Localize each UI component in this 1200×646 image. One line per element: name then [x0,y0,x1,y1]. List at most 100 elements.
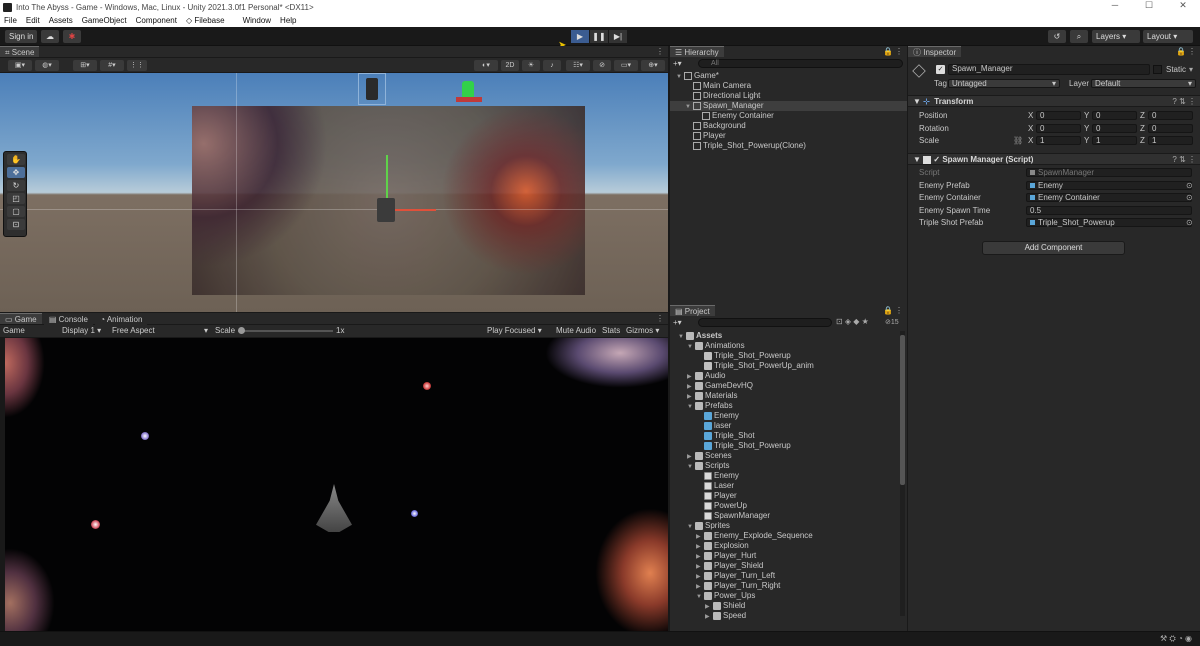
scene-view[interactable]: ✋ ✥ ↻ ◰ ▢ ⊡ [0,73,668,312]
grid-button[interactable]: #▾ [100,60,124,71]
transform-y-field[interactable]: 1 [1092,136,1137,145]
project-item[interactable]: ▶ Speed [670,611,898,621]
project-item[interactable]: laser [670,421,898,431]
tab-inspector[interactable]: ⓘ Inspector [908,46,962,57]
camera-dropdown[interactable]: ▭▾ [614,60,638,71]
hierarchy-item[interactable]: Player [670,131,907,141]
tab-console[interactable]: ▤ Console [43,314,93,325]
hierarchy-item[interactable]: ▼ Game* [670,71,907,81]
scale-tool-icon[interactable]: ◰ [7,193,25,204]
menu-edit[interactable]: Edit [26,15,40,27]
transform-x-field[interactable]: 1 [1036,136,1081,145]
increment-snap-button[interactable]: ⋮⋮ [127,60,147,71]
project-item[interactable]: ▶ Explosion [670,541,898,551]
menu-window[interactable]: Window [243,15,271,27]
menu-assets[interactable]: Assets [49,15,73,27]
game-mode-dropdown[interactable]: Game [3,325,25,337]
project-lock-icon[interactable]: 🔒 [883,305,893,316]
active-checkbox[interactable]: ✓ [936,65,945,74]
spawn-manager-script-header[interactable]: ▼ ✓ Spawn Manager (Script) ? ⇅ ⋮ [908,153,1200,165]
layer-dropdown[interactable]: Default ▾ [1091,79,1196,88]
transform-x-field[interactable]: 0 [1036,111,1081,120]
menu-component[interactable]: Component [136,15,177,27]
tab-game[interactable]: ▭ Game [0,313,42,324]
project-item[interactable]: ▶ Materials [670,391,898,401]
project-item[interactable]: Player [670,491,898,501]
layers-dropdown[interactable]: Layers ▾ [1092,30,1140,43]
scale-slider-thumb[interactable] [238,327,245,334]
tab-project[interactable]: ▤ Project [670,305,715,316]
display-dropdown[interactable]: Display 1 ▾ [62,325,101,337]
project-item[interactable]: ▶ GameDevHQ [670,381,898,391]
maximize-button[interactable]: ☐ [1132,0,1166,15]
stats-toggle[interactable]: Stats [602,325,620,337]
script-field-value[interactable]: 0.5 [1026,205,1192,215]
project-item[interactable]: Enemy [670,411,898,421]
project-item[interactable]: ▼ Power_Ups [670,591,898,601]
script-field-value[interactable]: Enemy [1026,180,1192,190]
tag-dropdown[interactable]: Untagged ▾ [948,79,1060,88]
game-menu-icon[interactable]: ⋮ [656,313,664,324]
transform-z-field[interactable]: 1 [1148,136,1193,145]
project-item[interactable]: ▼ Sprites [670,521,898,531]
hidden-objects-icon[interactable]: ⊘ [593,60,611,71]
object-picker-icon[interactable]: ⊙ [1186,181,1193,190]
mute-audio-toggle[interactable]: Mute Audio [556,325,596,337]
aspect-dropdown[interactable]: Free Aspect ▾ [112,325,208,337]
global-dropdown[interactable]: ◍▾ [35,60,59,71]
project-item[interactable]: SpawnManager [670,511,898,521]
render-mode-dropdown[interactable]: ◐▾ [474,60,498,71]
expand-arrow-icon[interactable]: ▶ [705,612,713,621]
2d-toggle[interactable]: 2D [501,60,519,71]
gizmos-dropdown[interactable]: ⊕▾ [641,60,665,71]
menu-help[interactable]: Help [280,15,296,27]
scene-menu-icon[interactable]: ⋮ [656,46,664,57]
grid-snap-button[interactable]: ⊞▾ [73,60,97,71]
hand-tool-icon[interactable]: ✋ [7,154,25,165]
effects-dropdown[interactable]: ☷▾ [566,60,590,71]
project-item[interactable]: Triple_Shot [670,431,898,441]
hierarchy-add-button[interactable]: +▾ [673,59,682,68]
project-item[interactable]: Triple_Shot_PowerUp_anim [670,361,898,371]
status-icons[interactable]: ⚒ ⛭ ◔ ◉ [1160,634,1192,644]
project-item[interactable]: ▶ Enemy_Explode_Sequence [670,531,898,541]
project-item[interactable]: ▼ Animations [670,341,898,351]
project-filter-icons[interactable]: ⊡ ◈ ◆ ★ [836,317,869,326]
scale-slider[interactable] [238,327,333,334]
close-button[interactable]: ✕ [1166,0,1200,15]
transform-tool-icon[interactable]: ⊡ [7,219,25,230]
object-picker-icon[interactable]: ⊙ [1186,193,1193,202]
project-item[interactable]: Laser [670,481,898,491]
transform-y-field[interactable]: 0 [1092,123,1137,133]
project-scrollbar[interactable] [900,331,905,616]
project-add-button[interactable]: +▾ [673,318,682,327]
game-view[interactable] [5,338,668,631]
transform-y-field[interactable]: 0 [1092,111,1137,120]
script-field-value[interactable]: Enemy Container [1026,193,1192,202]
layout-dropdown[interactable]: Layout ▾ [1143,30,1193,43]
add-component-button[interactable]: Add Component [982,241,1125,255]
project-item[interactable]: PowerUp [670,501,898,511]
script-menu-icons[interactable]: ? ⇅ ⋮ [1172,154,1196,166]
project-item[interactable]: Triple_Shot_Powerup [670,351,898,361]
draw-mode-dropdown[interactable]: ▣▾ [8,60,32,71]
rect-tool-icon[interactable]: ▢ [7,206,25,217]
lighting-icon[interactable]: ☀ [522,60,540,71]
inspector-menu-icon[interactable]: ⋮ [1188,46,1196,57]
transform-x-field[interactable]: 0 [1036,123,1081,133]
project-menu-icon[interactable]: ⋮ [895,305,903,316]
project-item[interactable]: ▶ Audio [670,371,898,381]
sign-in-button[interactable]: Sign in [5,30,38,43]
hierarchy-search-input[interactable]: All [698,59,903,68]
static-checkbox[interactable] [1153,65,1162,74]
move-tool-icon[interactable]: ✥ [7,167,25,178]
step-button[interactable]: ▶| [609,30,627,43]
hierarchy-item[interactable]: Main Camera [670,81,907,91]
audio-icon[interactable]: ♪ [543,60,561,71]
hierarchy-item[interactable]: Directional Light [670,91,907,101]
project-item[interactable]: ▶ Player_Turn_Left [670,571,898,581]
search-icon[interactable]: ⌕ [1070,30,1088,43]
rotate-tool-icon[interactable]: ↻ [7,180,25,191]
project-item[interactable]: ▶ Scenes [670,451,898,461]
minimize-button[interactable]: ─ [1098,0,1132,15]
